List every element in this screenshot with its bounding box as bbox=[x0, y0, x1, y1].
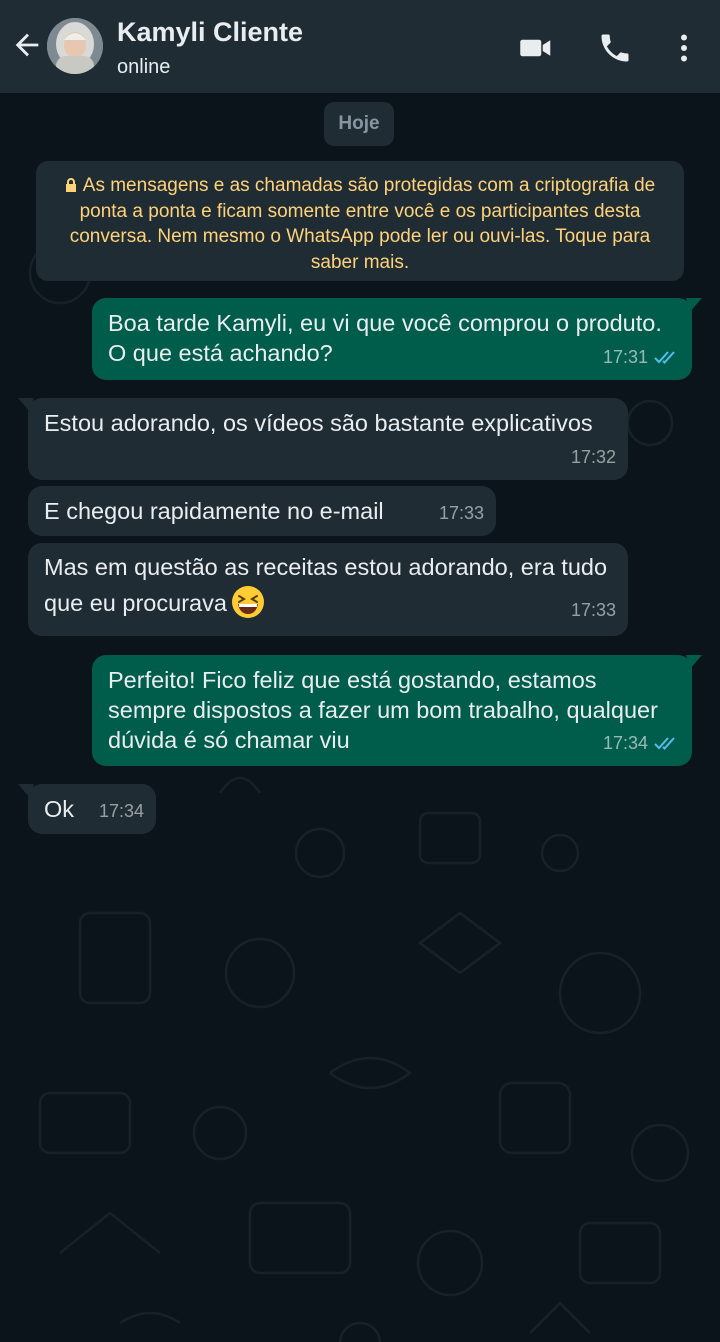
message-bubble-outgoing[interactable]: Perfeito! Fico feliz que está gostando, … bbox=[92, 655, 702, 766]
contact-status: online bbox=[117, 56, 171, 78]
message-meta: 17:34 bbox=[99, 796, 144, 826]
message-time: 17:34 bbox=[98, 801, 144, 821]
phone-icon[interactable] bbox=[597, 30, 633, 66]
message-time: 17:34 bbox=[602, 733, 648, 753]
bubble-tail bbox=[686, 298, 702, 312]
encryption-notice[interactable]: As mensagens e as chamadas são protegida… bbox=[36, 161, 684, 281]
message-time: 17:32 bbox=[570, 447, 616, 467]
chat-header: Kamyli Cliente online bbox=[0, 0, 720, 93]
bubble-tail bbox=[686, 655, 702, 669]
message-meta: 17:34 bbox=[603, 728, 680, 758]
message-bubble-incoming[interactable]: E chegou rapidamente no e-mail 17:33 bbox=[28, 486, 496, 536]
message-bubble-incoming[interactable]: Ok 17:34 bbox=[18, 784, 156, 834]
message-bubble-outgoing[interactable]: Boa tarde Kamyli, eu vi que você comprou… bbox=[92, 298, 702, 380]
video-call-icon[interactable] bbox=[518, 30, 554, 66]
message-time: 17:33 bbox=[570, 600, 616, 620]
message-text: Ok bbox=[44, 796, 75, 822]
grinning-squinting-face-emoji bbox=[231, 586, 264, 618]
message-meta: 17:31 bbox=[603, 342, 680, 372]
date-chip: Hoje bbox=[324, 102, 394, 146]
encryption-notice-text: As mensagens e as chamadas são protegida… bbox=[69, 175, 656, 273]
message-meta: 17:33 bbox=[571, 592, 616, 628]
message-bubble-incoming[interactable]: Mas em questão as receitas estou adorand… bbox=[28, 543, 628, 636]
read-receipt-icon bbox=[654, 351, 675, 364]
message-meta: 17:32 bbox=[571, 442, 616, 472]
back-arrow-icon[interactable] bbox=[10, 28, 44, 62]
read-receipt-icon bbox=[654, 737, 675, 750]
contact-name[interactable]: Kamyli Cliente bbox=[117, 17, 303, 48]
lock-icon bbox=[65, 178, 76, 192]
message-text: Estou adorando, os vídeos são bastante e… bbox=[44, 410, 593, 436]
message-text: Perfeito! Fico feliz que está gostando, … bbox=[108, 667, 658, 753]
more-options-icon[interactable] bbox=[666, 30, 702, 66]
message-time: 17:31 bbox=[602, 347, 648, 367]
message-time: 17:33 bbox=[438, 503, 484, 523]
message-text: E chegou rapidamente no e-mail bbox=[44, 498, 384, 524]
avatar[interactable] bbox=[47, 18, 103, 74]
message-text: Mas em questão as receitas estou adorand… bbox=[44, 554, 608, 616]
message-text: Boa tarde Kamyli, eu vi que você comprou… bbox=[108, 310, 662, 366]
bubble-tail bbox=[18, 398, 34, 412]
bubble-tail bbox=[18, 784, 34, 798]
avatar-photo bbox=[47, 18, 103, 74]
message-bubble-incoming[interactable]: Estou adorando, os vídeos são bastante e… bbox=[18, 398, 628, 480]
message-meta: 17:33 bbox=[439, 498, 484, 528]
